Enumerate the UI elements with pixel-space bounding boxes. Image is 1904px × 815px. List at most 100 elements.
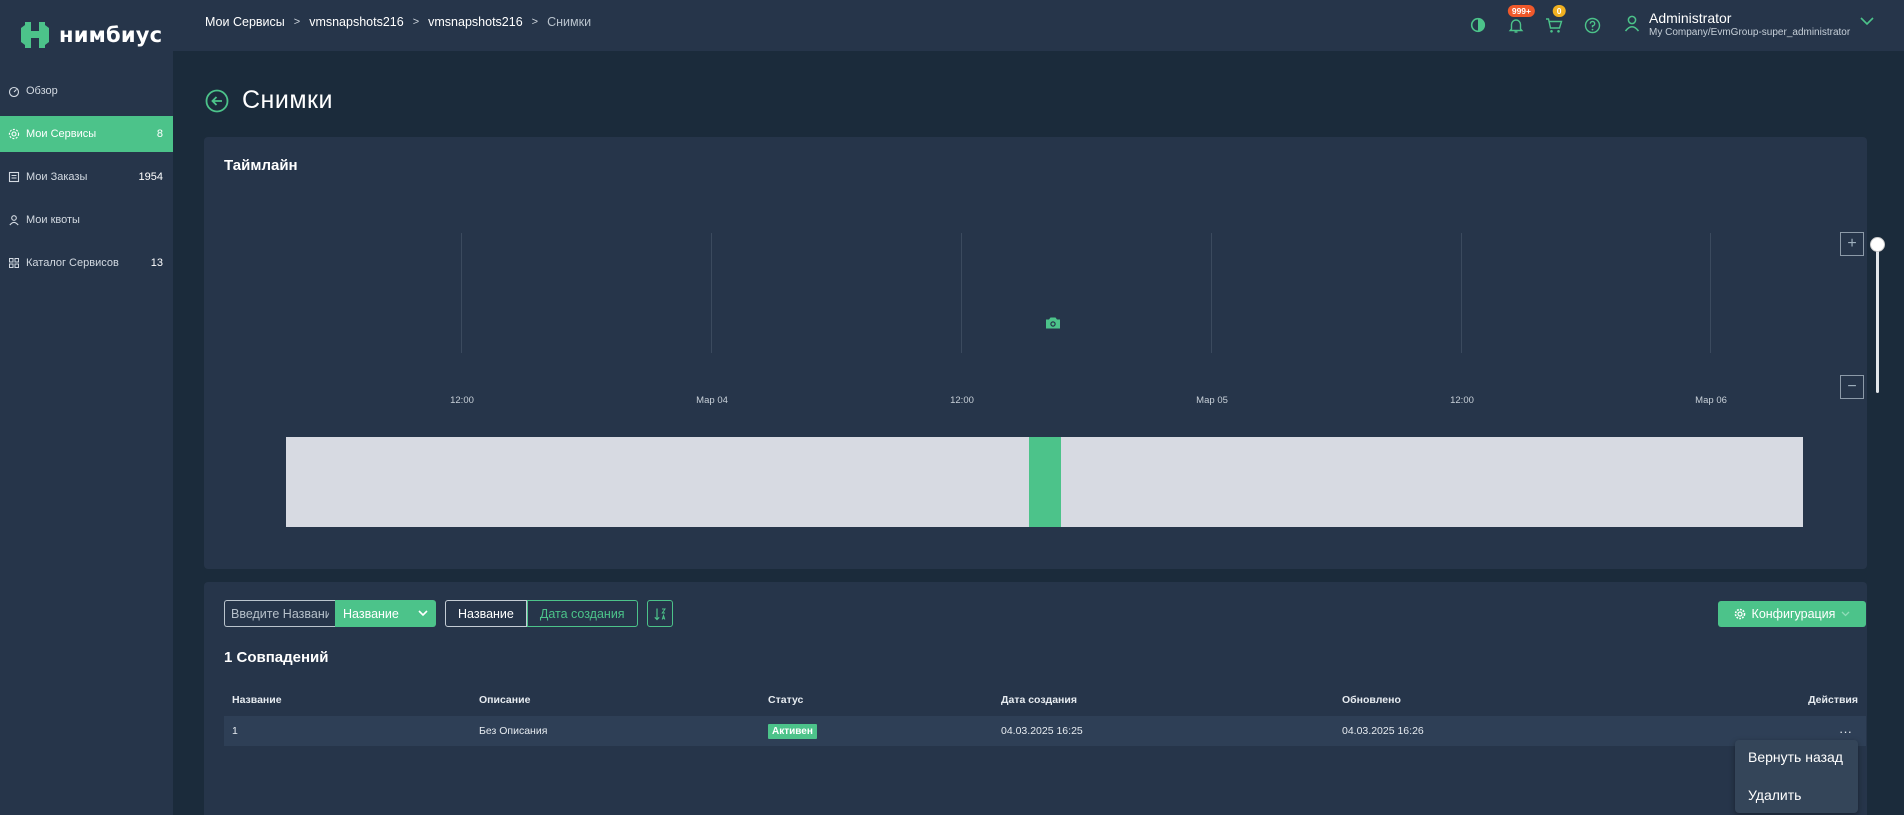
timeline-tick-label: 12:00: [450, 395, 474, 406]
sidebar-item-my-orders[interactable]: Мои Заказы 1954: [0, 159, 173, 195]
zoom-out-button[interactable]: −: [1840, 375, 1864, 399]
app-name: нимбиус: [59, 23, 163, 47]
cell-status: Активен: [768, 716, 817, 746]
chevron-down-icon: [418, 610, 428, 617]
sidebar-item-my-quotas[interactable]: Мои квоты: [0, 202, 173, 238]
timeline-tick-label: Мар 05: [1196, 395, 1228, 406]
snapshot-camera-icon[interactable]: [1044, 316, 1062, 330]
cell-updated: 04.03.2025 16:26: [1342, 725, 1424, 737]
table-header: Название Описание Статус Дата создания О…: [224, 691, 1866, 709]
column-header-updated[interactable]: Обновлено: [1342, 691, 1401, 709]
help-button[interactable]: [1581, 14, 1603, 36]
row-actions-menu: Вернуть назад Удалить: [1735, 740, 1858, 813]
results-count: 1 Совпадений: [224, 649, 329, 666]
column-header-name[interactable]: Название: [232, 691, 282, 709]
sidebar-item-count: 13: [150, 257, 163, 269]
user-org: My Company/EvmGroup-super_administrator: [1649, 27, 1851, 38]
gear-icon: [1734, 608, 1745, 620]
app-logo[interactable]: нимбиус: [18, 18, 162, 52]
cell-name: 1: [232, 725, 238, 737]
topbar: Мои Сервисы > vmsnapshots216 > vmsnapsho…: [173, 0, 1904, 51]
topbar-actions: 999+ 0: [1467, 5, 1619, 36]
menu-item-delete[interactable]: Удалить: [1748, 787, 1801, 803]
notifications-button[interactable]: 999+: [1505, 5, 1536, 36]
timeline-chart[interactable]: [204, 233, 1867, 353]
user-avatar-icon: [1624, 15, 1640, 32]
configuration-label: Конфигурация: [1751, 607, 1836, 621]
sidebar: нимбиус Обзор Мои Сервисы 8 Мои Заказы 1…: [0, 0, 173, 815]
sort-field-group: Название Дата создания: [445, 600, 638, 627]
column-header-actions: Действия: [1808, 694, 1858, 706]
back-arrow-icon[interactable]: [205, 89, 229, 113]
zoom-slider-thumb[interactable]: [1870, 237, 1885, 252]
dashboard-icon: [8, 85, 20, 97]
column-header-status[interactable]: Статус: [768, 691, 803, 709]
page-header: Снимки: [205, 86, 333, 115]
sidebar-item-label: Обзор: [26, 85, 58, 97]
table-row[interactable]: 1 Без Описания Активен 04.03.2025 16:25 …: [224, 716, 1866, 746]
timeline-tick-label: Мар 04: [696, 395, 728, 406]
menu-item-rollback[interactable]: Вернуть назад: [1748, 749, 1843, 765]
sidebar-item-overview[interactable]: Обзор: [0, 73, 173, 109]
sort-order-button[interactable]: [646, 600, 673, 627]
filter-field-select[interactable]: Название: [335, 600, 436, 627]
cart-button[interactable]: 0: [1543, 5, 1566, 36]
sidebar-item-my-services[interactable]: Мои Сервисы 8: [0, 116, 173, 152]
breadcrumb-item[interactable]: Мои Сервисы: [205, 15, 285, 29]
configuration-button[interactable]: Конфигурация: [1718, 601, 1866, 627]
timeline-gridline: [1211, 233, 1212, 353]
breadcrumb-item[interactable]: vmsnapshots216: [309, 15, 404, 29]
timeline-card: Таймлайн 12:00 Мар 04 12:00 Мар 05 12:00…: [204, 137, 1885, 569]
cart-badge: 0: [1552, 5, 1566, 17]
sidebar-item-label: Мои квоты: [26, 214, 80, 226]
list-icon: [8, 171, 20, 183]
bell-icon: [1508, 18, 1524, 33]
sidebar-item-service-catalog[interactable]: Каталог Сервисов 13: [0, 245, 173, 281]
contrast-icon: [1470, 17, 1486, 33]
sort-by-date-button[interactable]: Дата создания: [526, 600, 638, 627]
grid-icon: [8, 257, 20, 269]
zoom-slider-track[interactable]: [1876, 245, 1879, 393]
timeline-range-handle[interactable]: [1029, 437, 1061, 527]
timeline-tick-label: Мар 06: [1695, 395, 1727, 406]
status-badge: Активен: [768, 723, 817, 739]
chevron-right-icon: >: [293, 16, 301, 28]
chevron-right-icon: >: [531, 16, 539, 28]
column-header-description[interactable]: Описание: [479, 691, 530, 709]
user-info: Administrator My Company/EvmGroup-super_…: [1649, 10, 1850, 39]
chevron-down-icon: [1841, 611, 1850, 617]
search-input[interactable]: [224, 600, 335, 627]
filter-toolbar: Название Название Дата создания: [224, 600, 673, 627]
timeline-gridline: [1710, 233, 1711, 353]
sidebar-item-count: 8: [156, 128, 163, 140]
sidebar-item-label: Мои Заказы: [26, 171, 88, 183]
breadcrumb-item[interactable]: vmsnapshots216: [428, 15, 523, 29]
user-icon: [8, 214, 20, 226]
sidebar-nav: Обзор Мои Сервисы 8 Мои Заказы 1954 Мои …: [0, 73, 173, 288]
sort-by-name-button[interactable]: Название: [445, 600, 527, 627]
timeline-gridline: [461, 233, 462, 353]
cell-description: Без Описания: [479, 725, 548, 737]
help-icon: [1584, 17, 1600, 33]
filter-field-value: Название: [343, 606, 399, 621]
gear-icon: [8, 128, 20, 140]
sort-order-icon: [653, 608, 666, 620]
timeline-gridline: [711, 233, 712, 353]
timeline-title: Таймлайн: [224, 157, 298, 174]
logo-icon: [21, 22, 49, 48]
notifications-badge: 999+: [1507, 5, 1536, 17]
timeline-tick-label: 12:00: [1450, 395, 1474, 406]
breadcrumb: Мои Сервисы > vmsnapshots216 > vmsnapsho…: [205, 15, 591, 29]
cell-created: 04.03.2025 16:25: [1001, 725, 1083, 737]
column-header-created[interactable]: Дата создания: [1001, 691, 1077, 709]
theme-toggle-button[interactable]: [1467, 14, 1489, 36]
user-name: Administrator: [1649, 10, 1732, 26]
timeline-gridline: [961, 233, 962, 353]
breadcrumb-current: Снимки: [547, 15, 592, 29]
zoom-in-button[interactable]: +: [1840, 232, 1864, 256]
chevron-down-icon: [1860, 17, 1874, 26]
timeline-gridline: [1461, 233, 1462, 353]
page-title: Снимки: [242, 86, 333, 114]
chevron-right-icon: >: [412, 16, 420, 28]
user-menu[interactable]: Administrator My Company/EvmGroup-super_…: [1623, 10, 1874, 39]
